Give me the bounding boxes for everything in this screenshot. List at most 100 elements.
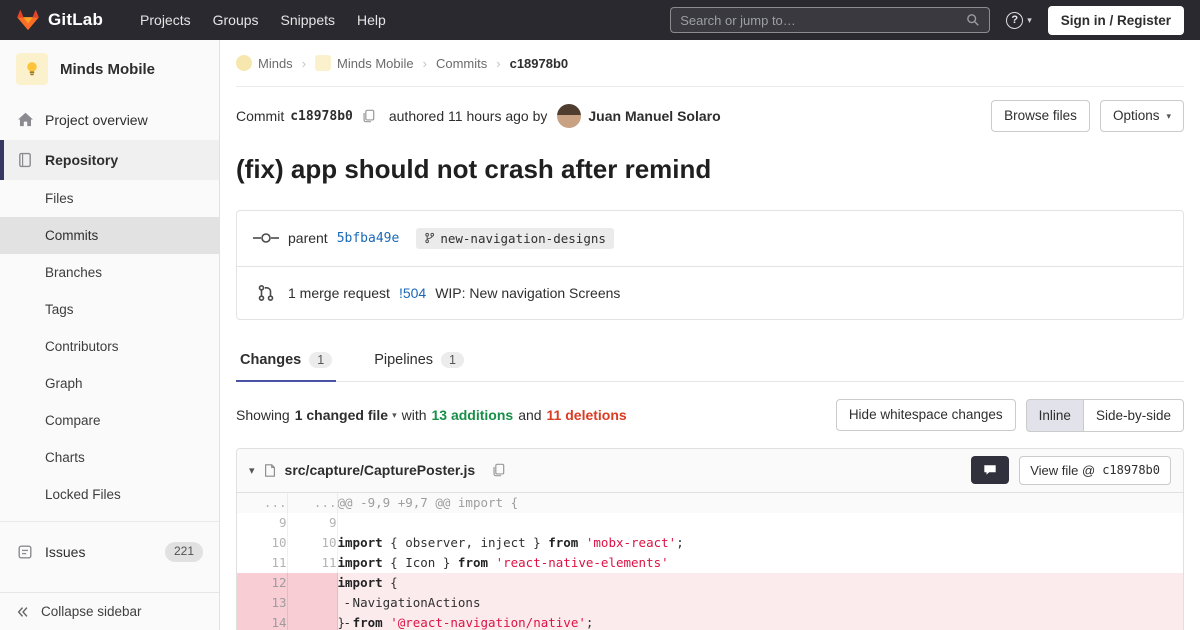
commit-meta-row: Commit c18978b0 authored 11 hours ago by… <box>236 100 1184 132</box>
code-segment: 'react-native-elements' <box>495 554 669 570</box>
copy-sha-button[interactable] <box>359 107 377 125</box>
options-label: Options <box>1112 108 1160 124</box>
code-segment: ; <box>676 534 684 550</box>
help-dropdown[interactable]: ? ▾ <box>1006 11 1032 29</box>
parent-sha-link[interactable]: 5bfba49e <box>337 231 400 246</box>
sidebar-nav: Project overview Repository Files Commit… <box>0 95 219 592</box>
copy-file-path-button[interactable] <box>489 461 507 479</box>
sidebar-item-charts[interactable]: Charts <box>0 439 219 476</box>
new-line-number[interactable] <box>287 572 338 593</box>
author-avatar[interactable] <box>557 104 582 128</box>
sidebar-project-name: Minds Mobile <box>60 60 155 78</box>
sidebar-item-graph[interactable]: Graph <box>0 365 219 402</box>
inline-view-button[interactable]: Inline <box>1025 398 1084 432</box>
navbar-item-snippets[interactable]: Snippets <box>270 1 346 39</box>
diff-code-line <box>337 513 1183 533</box>
sidebar-item-compare[interactable]: Compare <box>0 402 219 439</box>
navbar-item-groups[interactable]: Groups <box>202 1 270 39</box>
view-file-sha: c18978b0 <box>1102 463 1160 477</box>
sidebar-item-project-overview[interactable]: Project overview <box>0 99 219 140</box>
gitlab-logo-text: GitLab <box>48 10 104 29</box>
diff-code-line: import { Icon } from 'react-native-eleme… <box>337 553 1183 573</box>
browse-files-button[interactable]: Browse files <box>991 100 1090 132</box>
copy-icon <box>361 109 375 123</box>
new-line-number[interactable]: 9 <box>287 512 338 533</box>
view-file-button[interactable]: View file @ c18978b0 <box>1019 455 1171 485</box>
new-line-number[interactable]: 10 <box>287 532 338 553</box>
diff-header-actions: View file @ c18978b0 <box>971 455 1171 485</box>
code-segment: ; <box>585 614 594 630</box>
search-icon <box>966 13 980 27</box>
tab-pipelines-count: 1 <box>441 351 464 368</box>
old-line-number[interactable]: 14 <box>237 612 288 630</box>
tab-pipelines[interactable]: Pipelines 1 <box>370 340 468 381</box>
code-segment: { <box>382 574 398 590</box>
sidebar-item-tags[interactable]: Tags <box>0 291 219 328</box>
changed-files-dropdown[interactable]: 1 changed file ▾ <box>295 407 397 423</box>
comment-icon <box>983 463 997 477</box>
parent-label: parent <box>288 230 328 246</box>
breadcrumb-commits[interactable]: Commits <box>436 56 487 71</box>
code-segment: 'mobx-react' <box>585 534 677 550</box>
sidebar-item-label: Repository <box>45 152 119 168</box>
diff-file-card: ▾ src/capture/CapturePoster.js View file… <box>236 447 1184 630</box>
sidebar-item-locked-files[interactable]: Locked Files <box>0 476 219 513</box>
old-line-number[interactable]: 10 <box>237 532 288 553</box>
search-input[interactable] <box>680 12 967 28</box>
diff-code-line: - import { <box>337 572 1183 593</box>
sidebar-item-issues[interactable]: Issues 221 <box>0 530 219 574</box>
view-file-label: View file @ <box>1030 462 1096 478</box>
navbar-item-help[interactable]: Help <box>346 1 397 39</box>
tab-changes-label: Changes <box>240 351 302 368</box>
merge-request-link[interactable]: !504 <box>399 285 426 301</box>
author-name[interactable]: Juan Manuel Solaro <box>588 108 720 124</box>
breadcrumb-project-label: Minds Mobile <box>337 55 414 71</box>
home-icon <box>16 111 34 128</box>
new-line-number[interactable] <box>287 612 338 630</box>
with-label: with <box>401 407 427 423</box>
merge-request-icon <box>253 284 279 302</box>
collapse-sidebar-button[interactable]: Collapse sidebar <box>0 592 219 630</box>
breadcrumb-project[interactable]: Minds Mobile <box>315 55 414 71</box>
hide-whitespace-button[interactable]: Hide whitespace changes <box>835 399 1016 431</box>
code-segment: { Icon } <box>382 554 458 570</box>
collapse-diff-icon[interactable]: ▾ <box>249 464 255 477</box>
old-line-number[interactable]: 11 <box>237 552 288 573</box>
sidebar-item-branches[interactable]: Branches <box>0 254 219 291</box>
merge-request-row: 1 merge request !504 WIP: New navigation… <box>237 265 1183 319</box>
commit-sha: c18978b0 <box>290 108 353 124</box>
top-navbar: GitLab Projects Groups Snippets Help ? ▾… <box>0 0 1200 40</box>
tab-changes[interactable]: Changes 1 <box>236 340 337 382</box>
side-by-side-view-button[interactable]: Side-by-side <box>1082 398 1184 432</box>
toggle-comments-button[interactable] <box>971 456 1010 484</box>
sign-in-button[interactable]: Sign in / Register <box>1047 5 1184 35</box>
sidebar-item-commits[interactable]: Commits <box>0 217 219 254</box>
old-line-number[interactable]: 13 <box>237 592 288 613</box>
breadcrumb: Minds › Minds Mobile › Commits › c18978b… <box>236 40 1184 87</box>
hide-whitespace-label: Hide whitespace changes <box>848 407 1003 423</box>
sidebar-item-repository[interactable]: Repository <box>0 140 219 180</box>
project-avatar-small <box>315 55 332 71</box>
diff-line-sign: - <box>343 614 352 630</box>
commit-icon <box>253 231 279 245</box>
new-line-number[interactable] <box>287 592 338 613</box>
old-line-number[interactable]: 12 <box>237 572 288 593</box>
diff-file-path[interactable]: src/capture/CapturePoster.js <box>285 462 476 478</box>
project-context[interactable]: Minds Mobile <box>0 40 219 95</box>
options-dropdown-button[interactable]: Options ▾ <box>1099 100 1184 132</box>
showing-label: Showing <box>236 407 290 423</box>
sidebar-item-files[interactable]: Files <box>0 180 219 217</box>
sidebar-item-contributors[interactable]: Contributors <box>0 328 219 365</box>
new-line-number: ... <box>287 492 338 513</box>
gitlab-logo[interactable]: GitLab <box>16 9 103 32</box>
new-line-number[interactable]: 11 <box>287 552 338 573</box>
branch-ref-label[interactable]: new-navigation-designs <box>416 227 614 249</box>
changed-files-label: 1 changed file <box>294 407 389 423</box>
code-segment: from <box>352 614 383 630</box>
global-search[interactable] <box>670 7 991 33</box>
old-line-number[interactable]: 9 <box>237 512 288 533</box>
breadcrumb-group[interactable]: Minds <box>236 55 293 71</box>
main-content: Minds › Minds Mobile › Commits › c18978b… <box>220 40 1200 630</box>
navbar-item-projects[interactable]: Projects <box>129 1 202 39</box>
